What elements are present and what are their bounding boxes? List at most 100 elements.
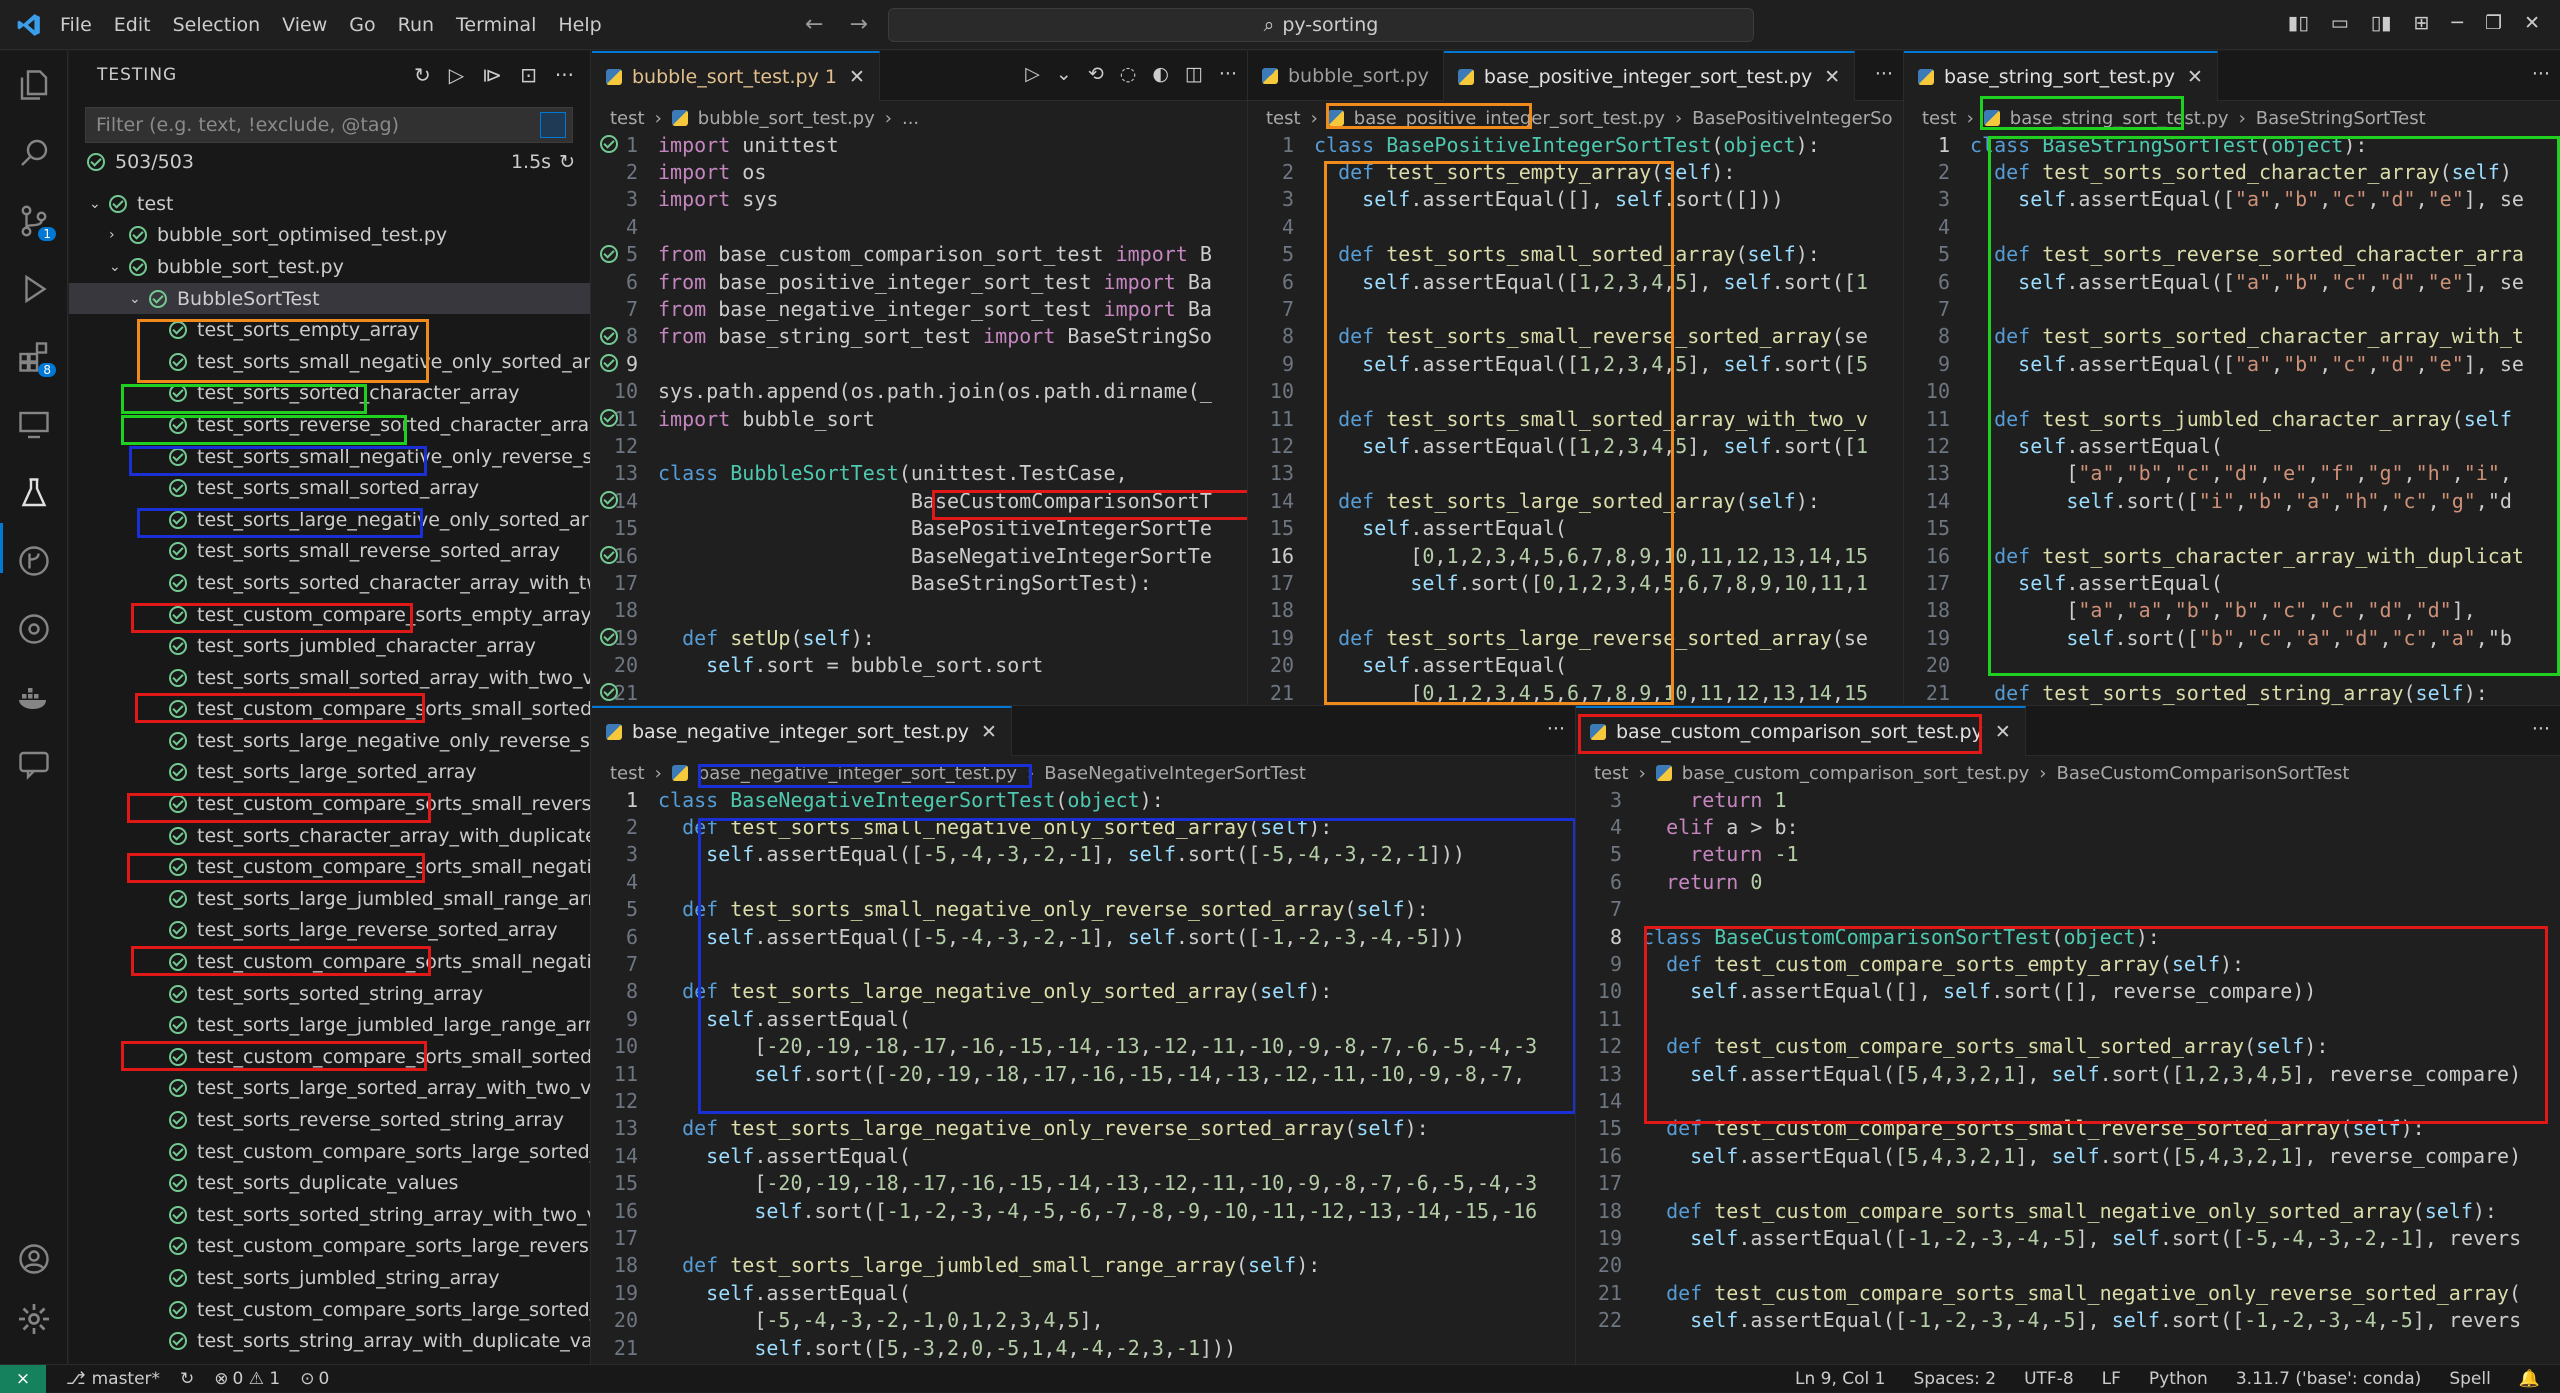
code-line[interactable]: 3 import sys xyxy=(592,186,1247,213)
run-file-icon[interactable]: ▷ xyxy=(1025,63,1040,85)
search-icon[interactable] xyxy=(14,133,54,173)
more-actions-icon[interactable]: ··· xyxy=(1547,718,1565,740)
code-line[interactable]: 5 def test_sorts_small_sorted_array(self… xyxy=(1248,241,1903,268)
code-line[interactable]: 7 xyxy=(1248,295,1903,322)
gutter-test-passed-icon[interactable] xyxy=(600,244,618,263)
code-line[interactable]: 9 xyxy=(592,350,1247,377)
language-mode[interactable]: Python xyxy=(2149,1369,2208,1389)
code-line[interactable]: 1 import unittest xyxy=(592,131,1247,158)
code-line[interactable]: 12 self.assertEqual([1,2,3,4,5], self.so… xyxy=(1248,432,1903,459)
code-line[interactable]: 18 xyxy=(1248,597,1903,624)
split-divider[interactable] xyxy=(1575,706,1576,1364)
more-actions-icon[interactable]: ··· xyxy=(1219,63,1237,85)
code-line[interactable]: 8 class BaseCustomComparisonSortTest(obje… xyxy=(1576,923,2560,950)
test-tree-item[interactable]: test_sorts_small_negative_only_sorted_ar… xyxy=(69,346,590,378)
split-editor-icon[interactable]: ◫ xyxy=(1185,63,1203,85)
breadcrumb-symbol[interactable]: BasePositiveIntegerSo xyxy=(1692,108,1892,129)
test-tree-item[interactable]: test_custom_compare_sorts_large_sorted_a… xyxy=(69,1294,590,1326)
code-line[interactable]: 12 xyxy=(592,432,1247,459)
problems-count[interactable]: 0 ⚠ 1 xyxy=(233,1369,281,1389)
gutter-test-passed-icon[interactable] xyxy=(600,546,618,564)
code-line[interactable]: 6 self.assertEqual([1,2,3,4,5], self.sor… xyxy=(1248,268,1903,295)
code-line[interactable]: 3 self.assertEqual([], self.sort([])) xyxy=(1248,186,1903,213)
chevron-right-icon[interactable]: › xyxy=(109,227,129,243)
menu-terminal[interactable]: Terminal xyxy=(456,14,536,36)
spell-check[interactable]: Spell xyxy=(2449,1369,2491,1389)
code-line[interactable]: 4 xyxy=(1248,213,1903,240)
code-line[interactable]: 13 def test_sorts_large_negative_only_re… xyxy=(592,1115,1575,1142)
test-tree-item[interactable]: test_sorts_reverse_sorted_string_array xyxy=(69,1104,590,1136)
more-actions-icon[interactable]: ··· xyxy=(1875,63,1893,85)
code-line[interactable]: 9 self.assertEqual([1,2,3,4,5], self.sor… xyxy=(1248,350,1903,377)
breadcrumb-file[interactable]: bubble_sort_test.py xyxy=(698,108,875,129)
test-tree-item[interactable]: test_sorts_sorted_string_array_with_two_… xyxy=(69,1199,590,1231)
close-window-icon[interactable]: ✕ xyxy=(2524,12,2540,34)
split-divider[interactable] xyxy=(1903,51,1904,705)
test-tree-item[interactable]: test_custom_compare_sorts_large_reverse_… xyxy=(69,1231,590,1263)
code-line[interactable]: 20 self.assertEqual( xyxy=(1248,651,1903,678)
code-line[interactable]: 22 self.assertEqual([-1,-2,-3,-4,-5], se… xyxy=(1576,1306,2560,1333)
test-tree-item[interactable]: test_sorts_large_negative_only_sorted_ar… xyxy=(69,504,590,536)
menu-view[interactable]: View xyxy=(282,14,327,36)
git-graph-icon[interactable] xyxy=(14,541,54,581)
breadcrumb-folder[interactable]: test xyxy=(610,108,645,129)
code-line[interactable]: 1 class BasePositiveIntegerSortTest(objec… xyxy=(1248,131,1903,158)
code-line[interactable]: 14 BaseCustomComparisonSortT xyxy=(592,487,1247,514)
code-area[interactable]: 1 class BaseStringSortTest(object): 2 def … xyxy=(1904,131,2560,705)
test-tree-item[interactable]: ⌄ BubbleSortTest xyxy=(69,282,590,315)
code-line[interactable]: 15 BasePositiveIntegerSortTe xyxy=(592,514,1247,541)
close-tab-icon[interactable]: ✕ xyxy=(849,66,865,88)
notifications-bell-icon[interactable]: 🔔 xyxy=(2519,1369,2540,1389)
gutter-test-passed-icon[interactable] xyxy=(600,326,618,345)
code-line[interactable]: 19 self.assertEqual([-1,-2,-3,-4,-5], se… xyxy=(1576,1224,2560,1251)
code-line[interactable]: 19 self.sort(["b","c","a","d","c","a","b xyxy=(1904,624,2560,651)
code-line[interactable]: 11 import bubble_sort xyxy=(592,405,1247,432)
split-divider[interactable] xyxy=(592,705,2560,706)
code-line[interactable]: 10 xyxy=(1248,378,1903,405)
test-tree-item[interactable]: test_sorts_jumbled_character_array xyxy=(69,630,590,662)
test-tree-item[interactable]: test_sorts_sorted_character_array_with_t… xyxy=(69,567,590,599)
test-tree-item[interactable]: test_sorts_sorted_character_array xyxy=(69,378,590,410)
tab-base-positive-integer[interactable]: base_positive_integer_sort_test.py ✕ xyxy=(1443,51,1856,101)
code-line[interactable]: 12 self.assertEqual( xyxy=(1904,432,2560,459)
menu-selection[interactable]: Selection xyxy=(173,14,261,36)
code-line[interactable]: 8 def test_sorts_large_negative_only_sor… xyxy=(592,978,1575,1005)
code-line[interactable]: 12 xyxy=(592,1087,1575,1114)
code-line[interactable]: 10 xyxy=(1904,378,2560,405)
chat-icon[interactable] xyxy=(14,745,54,785)
code-line[interactable]: 10 sys.path.append(os.path.join(os.path.d… xyxy=(592,378,1247,405)
code-line[interactable]: 7 from base_negative_integer_sort_test im… xyxy=(592,295,1247,322)
code-line[interactable]: 10 self.assertEqual([], self.sort([], re… xyxy=(1576,978,2560,1005)
breadcrumb-file[interactable]: base_custom_comparison_sort_test.py xyxy=(1682,763,2030,784)
code-line[interactable]: 3 self.assertEqual([-5,-4,-3,-2,-1], sel… xyxy=(592,841,1575,868)
indentation[interactable]: Spaces: 2 xyxy=(1913,1369,1996,1389)
source-control-icon[interactable]: 1 xyxy=(14,201,56,241)
menu-edit[interactable]: Edit xyxy=(114,14,151,36)
compare-icon[interactable]: ◐ xyxy=(1152,63,1169,85)
code-line[interactable]: 11 def test_sorts_small_sorted_array_wit… xyxy=(1248,405,1903,432)
code-line[interactable]: 8 from base_string_sort_test import BaseS… xyxy=(592,323,1247,350)
customize-layout-icon[interactable]: ⊞ xyxy=(2414,12,2430,34)
code-line[interactable]: 7 xyxy=(1576,896,2560,923)
code-line[interactable]: 16 [0,1,2,3,4,5,6,7,8,9,10,11,12,13,14,1… xyxy=(1248,542,1903,569)
back-arrow-icon[interactable]: ← xyxy=(805,12,823,37)
code-line[interactable]: 18 def test_sorts_large_jumbled_small_ra… xyxy=(592,1252,1575,1279)
breadcrumb-file[interactable]: base_negative_integer_sort_test.py xyxy=(698,763,1017,784)
code-line[interactable]: 20 xyxy=(1904,651,2560,678)
rerun-icon[interactable]: ↻ xyxy=(559,151,575,173)
python-interpreter[interactable]: 3.11.7 ('base': conda) xyxy=(2236,1369,2421,1389)
code-line[interactable]: 6 self.assertEqual([-5,-4,-3,-2,-1], sel… xyxy=(592,923,1575,950)
test-tree-item[interactable]: test_sorts_small_negative_only_reverse_s… xyxy=(69,441,590,473)
run-all-tests-icon[interactable]: ▷ xyxy=(449,63,464,87)
code-line[interactable]: 13 class BubbleSortTest(unittest.TestCase… xyxy=(592,460,1247,487)
test-tree-item[interactable]: test_sorts_jumbled_string_array xyxy=(69,1262,590,1294)
breadcrumb-symbol[interactable]: ... xyxy=(902,108,919,129)
gutter-test-passed-icon[interactable] xyxy=(600,409,618,427)
code-line[interactable]: 1 class BaseNegativeIntegerSortTest(objec… xyxy=(592,786,1575,813)
test-tree-item[interactable]: › bubble_sort_optimised_test.py xyxy=(69,220,590,252)
code-line[interactable]: 16 BaseNegativeIntegerSortTe xyxy=(592,542,1247,569)
code-line[interactable]: 2 def test_sorts_sorted_character_array(… xyxy=(1904,158,2560,185)
code-line[interactable]: 15 xyxy=(1904,514,2560,541)
test-tree-item[interactable]: test_custom_compare_sorts_small_sorted_a… xyxy=(69,1041,590,1073)
test-tree-item[interactable]: test_sorts_large_reverse_sorted_array xyxy=(69,915,590,947)
